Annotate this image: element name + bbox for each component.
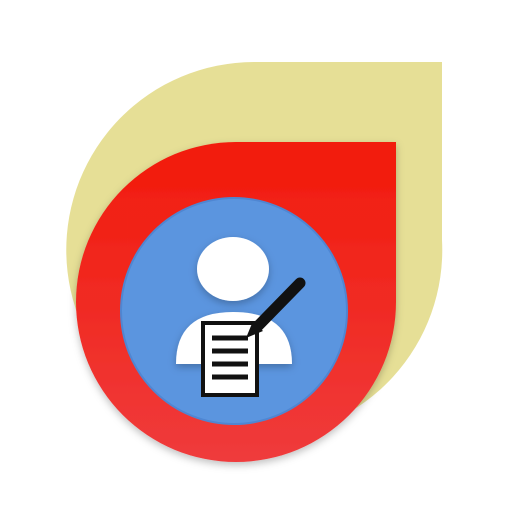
- app-icon-canvas: [0, 0, 512, 512]
- user-document-edit-icon: [66, 62, 443, 462]
